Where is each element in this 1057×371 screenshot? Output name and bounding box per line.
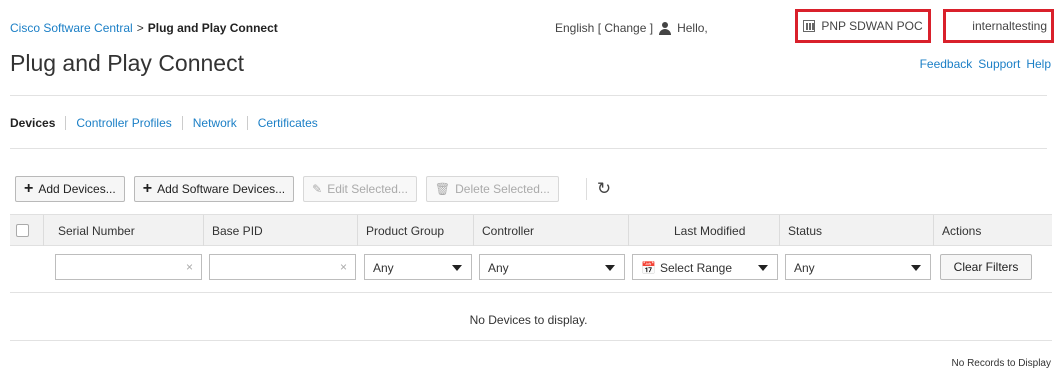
caret-down-icon [758,265,768,271]
divider [10,95,1047,96]
feedback-link[interactable]: Feedback [920,57,973,71]
breadcrumb-separator: > [136,21,144,35]
column-divider [779,215,780,246]
clear-x-icon[interactable]: × [340,260,347,274]
account-selector[interactable]: PNP SDWAN POC [795,9,931,43]
column-divider [628,215,629,246]
column-divider [473,215,474,246]
status-value: Any [794,261,815,275]
serial-number-filter-input[interactable]: × [55,254,202,280]
select-all-checkbox[interactable] [16,224,29,237]
support-link[interactable]: Support [978,57,1020,71]
caret-down-icon [452,265,462,271]
clear-filters-button[interactable]: Clear Filters [940,254,1032,280]
records-count: No Records to Display [951,358,1051,369]
table-header: Serial Number Base PID Product Group Con… [10,214,1052,246]
last-modified-value: Select Range [659,261,732,275]
tab-divider [181,116,183,130]
building-icon [803,20,816,32]
status-select[interactable]: Any [785,254,931,280]
page-title: Plug and Play Connect [10,50,244,76]
divider [10,292,1052,293]
column-divider [203,215,204,246]
toolbar-divider [585,178,587,200]
language-greeting: English [ Change ] Hello, [555,21,708,35]
column-actions: Actions [942,224,982,238]
refresh-icon[interactable]: ↻ [597,179,611,199]
toolbar: + Add Devices... + Add Software Devices.… [15,176,611,202]
trash-icon: 🗑 [434,182,451,196]
column-serial-number[interactable]: Serial Number [58,224,135,238]
controller-select[interactable]: Any [479,254,625,280]
delete-selected-label: Delete Selected... [455,182,550,196]
user-menu[interactable]: internaltesting [943,9,1054,43]
add-software-devices-label: Add Software Devices... [157,182,286,196]
pencil-icon: ✎ [312,182,323,196]
divider [10,148,1047,149]
add-devices-label: Add Devices... [38,182,116,196]
tab-network[interactable]: Network [193,116,237,130]
language-change-link[interactable]: English [ Change ] [555,21,653,35]
greeting-text: Hello, [677,21,708,35]
controller-value: Any [488,261,509,275]
edit-selected-button[interactable]: ✎ Edit Selected... [303,176,417,202]
tab-controller-profiles[interactable]: Controller Profiles [76,116,171,130]
delete-selected-button[interactable]: 🗑 Delete Selected... [425,176,559,202]
column-base-pid[interactable]: Base PID [212,224,263,238]
tab-divider [246,116,248,130]
account-name: PNP SDWAN POC [821,19,923,33]
column-controller[interactable]: Controller [482,224,534,238]
column-last-modified[interactable]: Last Modified [674,224,745,238]
column-status[interactable]: Status [788,224,822,238]
breadcrumb: Cisco Software Central > Plug and Play Con… [10,21,278,35]
column-divider [933,215,934,246]
last-modified-range-select[interactable]: 📅 Select Range [632,254,778,280]
caret-down-icon [911,265,921,271]
base-pid-filter-input[interactable]: × [209,254,356,280]
add-devices-button[interactable]: + Add Devices... [15,176,125,202]
column-divider [43,215,44,246]
plus-icon: + [142,180,153,197]
edit-selected-label: Edit Selected... [327,182,408,196]
empty-state-message: No Devices to display. [469,313,588,327]
divider [10,340,1052,341]
tab-devices[interactable]: Devices [10,116,55,130]
column-divider [357,215,358,246]
column-product-group[interactable]: Product Group [366,224,444,238]
user-name: internaltesting [972,19,1047,33]
tab-certificates[interactable]: Certificates [258,116,318,130]
product-group-select[interactable]: Any [364,254,472,280]
tab-divider [65,116,67,130]
plus-icon: + [24,180,34,197]
help-link[interactable]: Help [1026,57,1051,71]
add-software-devices-button[interactable]: + Add Software Devices... [133,176,295,202]
caret-down-icon [605,265,615,271]
calendar-icon: 📅 [641,261,656,275]
breadcrumb-current: Plug and Play Connect [147,21,278,35]
clear-x-icon[interactable]: × [186,260,193,274]
tab-bar: Devices Controller Profiles Network Cert… [10,116,318,130]
user-icon [659,21,672,35]
product-group-value: Any [373,261,394,275]
header-links: Feedback Support Help [914,57,1051,71]
breadcrumb-link-cisco-software-central[interactable]: Cisco Software Central [10,21,133,35]
